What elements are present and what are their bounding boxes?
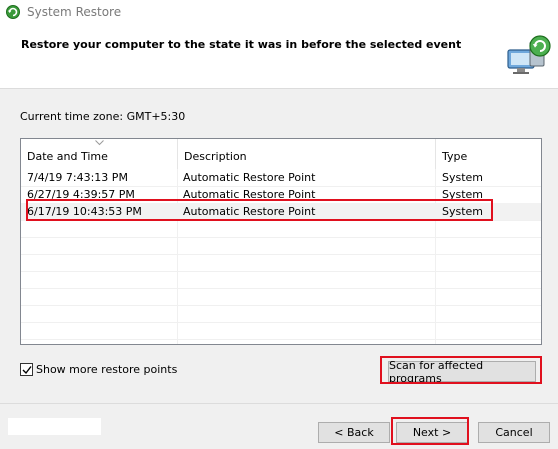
column-header-type[interactable]: Type (436, 139, 541, 169)
timezone-label: Current time zone: GMT+5:30 (20, 110, 186, 123)
column-header-description-label: Description (184, 150, 247, 163)
row-type: System (442, 188, 484, 201)
list-header: Date and Time Description Type (21, 139, 541, 169)
restore-point-row-selected[interactable]: 6/17/19 10:43:53 PM Automatic Restore Po… (21, 203, 541, 220)
column-header-date-label: Date and Time (27, 150, 108, 163)
title-bar: System Restore (0, 0, 558, 24)
row-date: 6/27/19 4:39:57 PM (27, 188, 135, 201)
column-header-type-label: Type (442, 150, 468, 163)
cancel-button[interactable]: Cancel (478, 422, 550, 443)
page-title: Restore your computer to the state it wa… (21, 38, 462, 51)
scan-affected-programs-button[interactable]: Scan for affected programs (388, 359, 536, 385)
system-restore-window: System Restore Restore your computer to … (0, 0, 558, 449)
row-type: System (442, 205, 484, 218)
row-description: Automatic Restore Point (183, 188, 316, 201)
header-band: Restore your computer to the state it wa… (0, 24, 558, 88)
computer-restore-icon (507, 35, 551, 74)
row-description: Automatic Restore Point (183, 205, 316, 218)
column-header-description[interactable]: Description (178, 139, 436, 169)
restore-points-list[interactable]: Date and Time Description Type 7/4/19 7:… (20, 138, 542, 345)
system-restore-icon (6, 5, 20, 19)
row-date: 7/4/19 7:43:13 PM (27, 171, 128, 184)
back-button[interactable]: < Back (318, 422, 390, 443)
window-title: System Restore (27, 5, 122, 19)
column-header-date[interactable]: Date and Time (21, 139, 178, 169)
row-date: 6/17/19 10:43:53 PM (27, 205, 142, 218)
sort-chevron-icon (95, 140, 104, 146)
show-more-restore-points-checkbox[interactable]: Show more restore points (20, 363, 177, 376)
redacted-area (8, 418, 101, 435)
checkmark-icon (22, 365, 32, 374)
show-more-label: Show more restore points (36, 363, 178, 376)
row-type: System (442, 171, 484, 184)
row-description: Automatic Restore Point (183, 171, 316, 184)
checkbox-box[interactable] (20, 363, 33, 376)
restore-point-row[interactable]: 7/4/19 7:43:13 PM Automatic Restore Poin… (21, 169, 541, 186)
list-rows: 7/4/19 7:43:13 PM Automatic Restore Poin… (21, 169, 541, 220)
restore-point-row[interactable]: 6/27/19 4:39:57 PM Automatic Restore Poi… (21, 186, 541, 203)
next-button[interactable]: Next > (396, 422, 468, 443)
